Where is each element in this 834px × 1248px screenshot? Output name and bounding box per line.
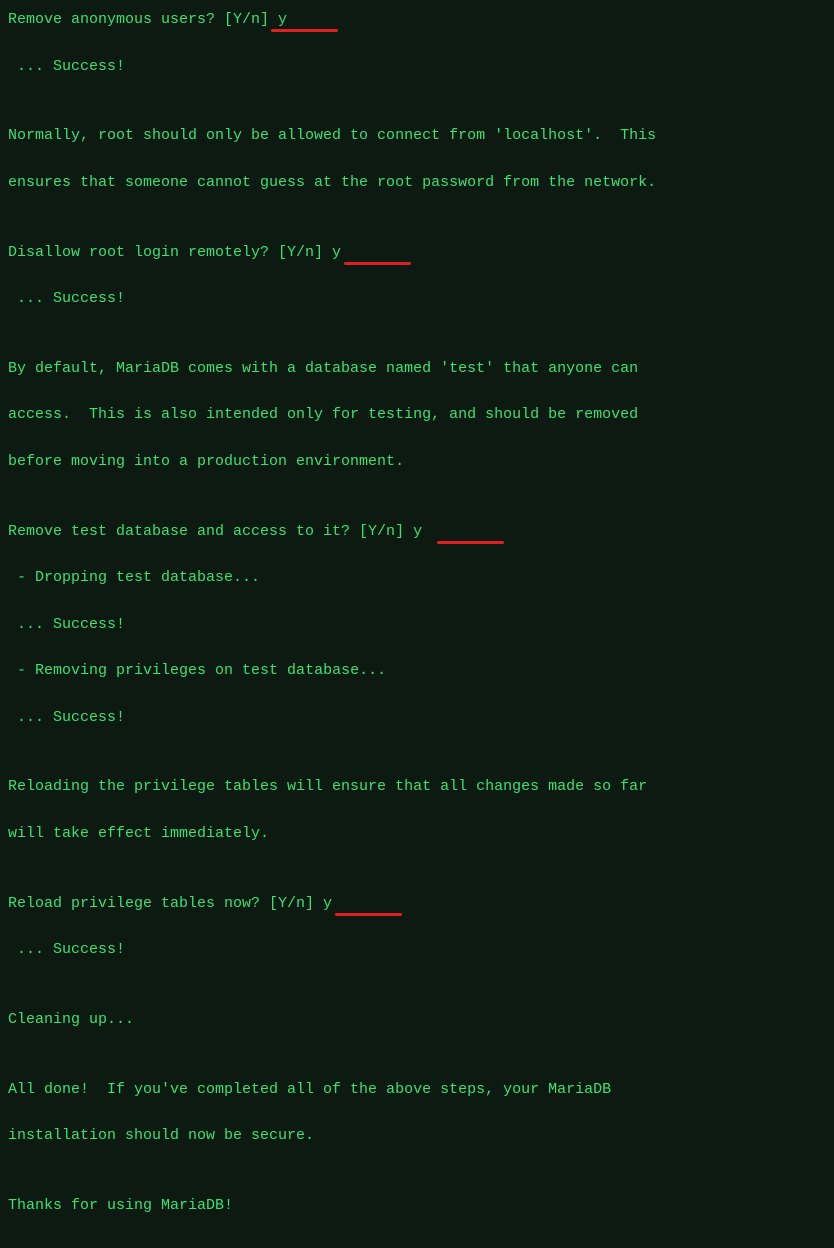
terminal-line: All done! If you've completed all of the… <box>8 1078 826 1101</box>
terminal-line: ... Success! <box>8 55 826 78</box>
terminal-line: installation should now be secure. <box>8 1124 826 1147</box>
prompt-remove-test-db: Remove test database and access to it? [… <box>8 520 826 543</box>
terminal-line: Thanks for using MariaDB! <box>8 1194 826 1217</box>
terminal-line: ... Success! <box>8 938 826 961</box>
terminal-line: ... Success! <box>8 613 826 636</box>
prompt-remove-anonymous: Remove anonymous users? [Y/n] y <box>8 8 826 31</box>
terminal-line: ... Success! <box>8 287 826 310</box>
terminal-line: will take effect immediately. <box>8 822 826 845</box>
terminal-output: Remove anonymous users? [Y/n] y ... Succ… <box>8 8 826 1240</box>
terminal-line: Disallow root login remotely? [Y/n] y <box>8 244 341 261</box>
terminal-line: - Removing privileges on test database..… <box>8 659 826 682</box>
terminal-line: ensures that someone cannot guess at the… <box>8 171 826 194</box>
terminal-line: - Dropping test database... <box>8 566 826 589</box>
terminal-line: ... Success! <box>8 706 826 729</box>
terminal-line: Reload privilege tables now? [Y/n] y <box>8 895 332 912</box>
prompt-reload-privileges: Reload privilege tables now? [Y/n] y <box>8 892 826 915</box>
annotation-underline <box>437 541 504 544</box>
annotation-underline <box>344 262 411 265</box>
terminal-line: Cleaning up... <box>8 1008 826 1031</box>
prompt-disallow-root: Disallow root login remotely? [Y/n] y <box>8 241 826 264</box>
annotation-underline <box>335 913 402 916</box>
terminal-line: By default, MariaDB comes with a databas… <box>8 357 826 380</box>
terminal-line: access. This is also intended only for t… <box>8 403 826 426</box>
terminal-line: Remove anonymous users? [Y/n] y <box>8 11 287 28</box>
terminal-line: Normally, root should only be allowed to… <box>8 124 826 147</box>
terminal-line: before moving into a production environm… <box>8 450 826 473</box>
annotation-underline <box>271 29 338 32</box>
terminal-line: Remove test database and access to it? [… <box>8 523 422 540</box>
